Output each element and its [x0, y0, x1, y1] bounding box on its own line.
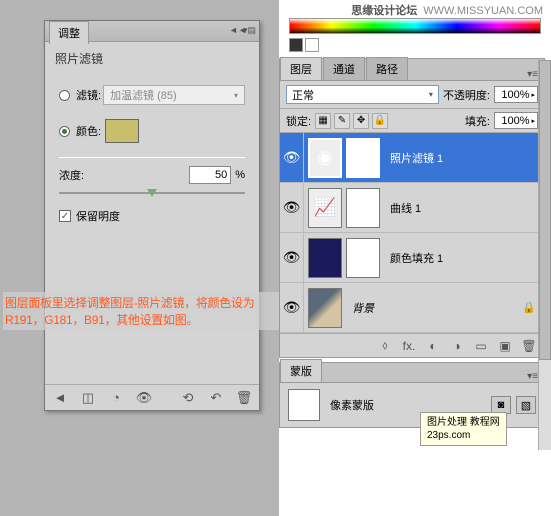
opacity-label: 不透明度:	[443, 87, 490, 103]
layer-row-photo-filter[interactable]: 👁 ◉ 照片滤镜 1	[280, 133, 544, 183]
canvas-background: 调整 ◄◄ ▾▤ 照片滤镜 滤镜: 加温滤镜 (85) ▾ 颜色:	[0, 0, 279, 516]
mask-thumb[interactable]	[346, 138, 380, 178]
return-icon[interactable]: ◄	[51, 389, 69, 407]
layers-footer: ⬨ fx. ◐ ◑ ▭ ▣ 🗑	[280, 333, 544, 357]
filter-label: 滤镜:	[76, 87, 101, 103]
preserve-luminosity-checkbox[interactable]: ✓	[59, 210, 71, 222]
layers-list: 👁 ◉ 照片滤镜 1 👁 📈 曲线 1 👁	[280, 133, 544, 333]
mask-thumb[interactable]	[346, 238, 380, 278]
density-unit: %	[235, 169, 245, 181]
watermark: 思缘设计论坛WWW.MISSYUAN.COM	[351, 2, 543, 18]
layer-row-background[interactable]: 👁 背景 🔒	[280, 283, 544, 333]
expand-view-icon[interactable]: ◫	[79, 389, 97, 407]
mask-type-label: 像素蒙版	[330, 397, 374, 413]
layer-name[interactable]: 曲线 1	[384, 200, 421, 216]
layer-name[interactable]: 照片滤镜 1	[384, 150, 443, 166]
layer-name[interactable]: 背景	[346, 300, 374, 316]
color-chips	[289, 38, 541, 52]
fill-label: 填充:	[465, 113, 490, 129]
lock-position-icon[interactable]: ✥	[353, 113, 369, 129]
chevron-down-icon: ▾	[429, 90, 433, 99]
background-chip[interactable]	[305, 38, 319, 52]
new-layer-icon[interactable]: ▣	[496, 338, 514, 354]
layer-name[interactable]: 颜色填充 1	[384, 250, 443, 266]
fill-input[interactable]: 100%▸	[494, 112, 538, 129]
visibility-toggle[interactable]: 👁	[280, 283, 304, 332]
filter-radio[interactable]	[59, 90, 70, 101]
panels-area: 思缘设计论坛WWW.MISSYUAN.COM 图层 通道 路径 ▾≡ 正常 ▾ …	[279, 0, 551, 516]
trash-icon[interactable]: 🗑	[520, 338, 538, 354]
color-radio[interactable]	[59, 126, 70, 137]
layer-row-curves[interactable]: 👁 📈 曲线 1	[280, 183, 544, 233]
density-input[interactable]	[189, 166, 231, 184]
layers-panel: 图层 通道 路径 ▾≡ 正常 ▾ 不透明度: 100%▸ 锁定: ▦ ✎ ✥ 🔒…	[279, 58, 545, 358]
tab-layers[interactable]: 图层	[280, 57, 322, 80]
filter-value: 加温滤镜 (85)	[110, 87, 177, 103]
image-thumb[interactable]	[308, 288, 342, 328]
color-label: 颜色:	[76, 123, 101, 139]
mask-icon[interactable]: ◐	[424, 338, 442, 354]
adjustment-title: 照片滤镜	[45, 42, 259, 75]
group-icon[interactable]: ▭	[472, 338, 490, 354]
lock-pixels-icon[interactable]: ✎	[334, 113, 350, 129]
lock-transparency-icon[interactable]: ▦	[315, 113, 331, 129]
adjustment-thumb[interactable]: ◉	[308, 138, 342, 178]
visibility-toggle[interactable]: 👁	[280, 233, 304, 282]
undo-icon[interactable]: ↶	[207, 389, 225, 407]
clip-icon[interactable]: ◔	[107, 389, 125, 407]
panel-menu-icon[interactable]: ▾▤	[243, 25, 255, 37]
blend-value: 正常	[292, 87, 314, 103]
color-picker-strip[interactable]	[289, 18, 541, 34]
lock-label: 锁定:	[286, 113, 311, 129]
reset-icon[interactable]: ⟲	[179, 389, 197, 407]
divider	[59, 157, 245, 158]
visibility-toggle[interactable]: 👁	[280, 133, 304, 182]
tab-paths[interactable]: 路径	[366, 57, 408, 80]
blend-mode-select[interactable]: 正常 ▾	[286, 85, 439, 104]
preserve-label: 保留明度	[76, 208, 120, 224]
fx-icon[interactable]: fx.	[400, 338, 418, 354]
adjustments-footer: ◄ ◫ ◔ 👁 ⟲ ↶ 🗑	[45, 384, 259, 410]
foreground-chip[interactable]	[289, 38, 303, 52]
collapse-icon[interactable]: ◄◄	[229, 25, 241, 37]
slider-thumb[interactable]	[147, 187, 157, 197]
density-slider[interactable]	[59, 192, 245, 194]
vector-mask-icon[interactable]: ▧	[516, 396, 536, 414]
annotation-text: 图层面板里选择调整图层-照片滤镜，将颜色设为R191，G181，B91，其他设置…	[3, 292, 279, 330]
chevron-down-icon: ▾	[234, 91, 238, 100]
visibility-toggle[interactable]: 👁	[280, 183, 304, 232]
mask-thumb[interactable]	[346, 188, 380, 228]
adjustments-panel: 调整 ◄◄ ▾▤ 照片滤镜 滤镜: 加温滤镜 (85) ▾ 颜色:	[44, 20, 260, 411]
scrollbar[interactable]	[538, 60, 551, 450]
fill-thumb[interactable]	[308, 238, 342, 278]
lock-all-icon[interactable]: 🔒	[372, 113, 388, 129]
eye-icon[interactable]: 👁	[135, 389, 153, 407]
filter-select: 加温滤镜 (85) ▾	[103, 85, 245, 105]
tooltip: 图片处理 教程网 23ps.com	[420, 412, 507, 446]
tab-channels[interactable]: 通道	[323, 57, 365, 80]
mask-preview-thumb[interactable]	[288, 389, 320, 421]
trash-icon[interactable]: 🗑	[235, 389, 253, 407]
scrollbar-thumb[interactable]	[539, 60, 551, 360]
density-label: 浓度:	[59, 167, 84, 183]
adjustments-tab[interactable]: 调整	[49, 21, 89, 44]
panel-tabs: 图层 通道 路径 ▾≡	[280, 59, 544, 81]
panel-header: 调整 ◄◄ ▾▤	[45, 21, 259, 42]
tab-mask[interactable]: 蒙版	[280, 359, 322, 382]
adjustment-thumb[interactable]: 📈	[308, 188, 342, 228]
color-swatch[interactable]	[105, 119, 139, 143]
adjustment-icon[interactable]: ◑	[448, 338, 466, 354]
layer-row-color-fill[interactable]: 👁 颜色填充 1	[280, 233, 544, 283]
link-icon[interactable]: ⬨	[376, 338, 394, 354]
opacity-input[interactable]: 100%▸	[494, 86, 538, 103]
